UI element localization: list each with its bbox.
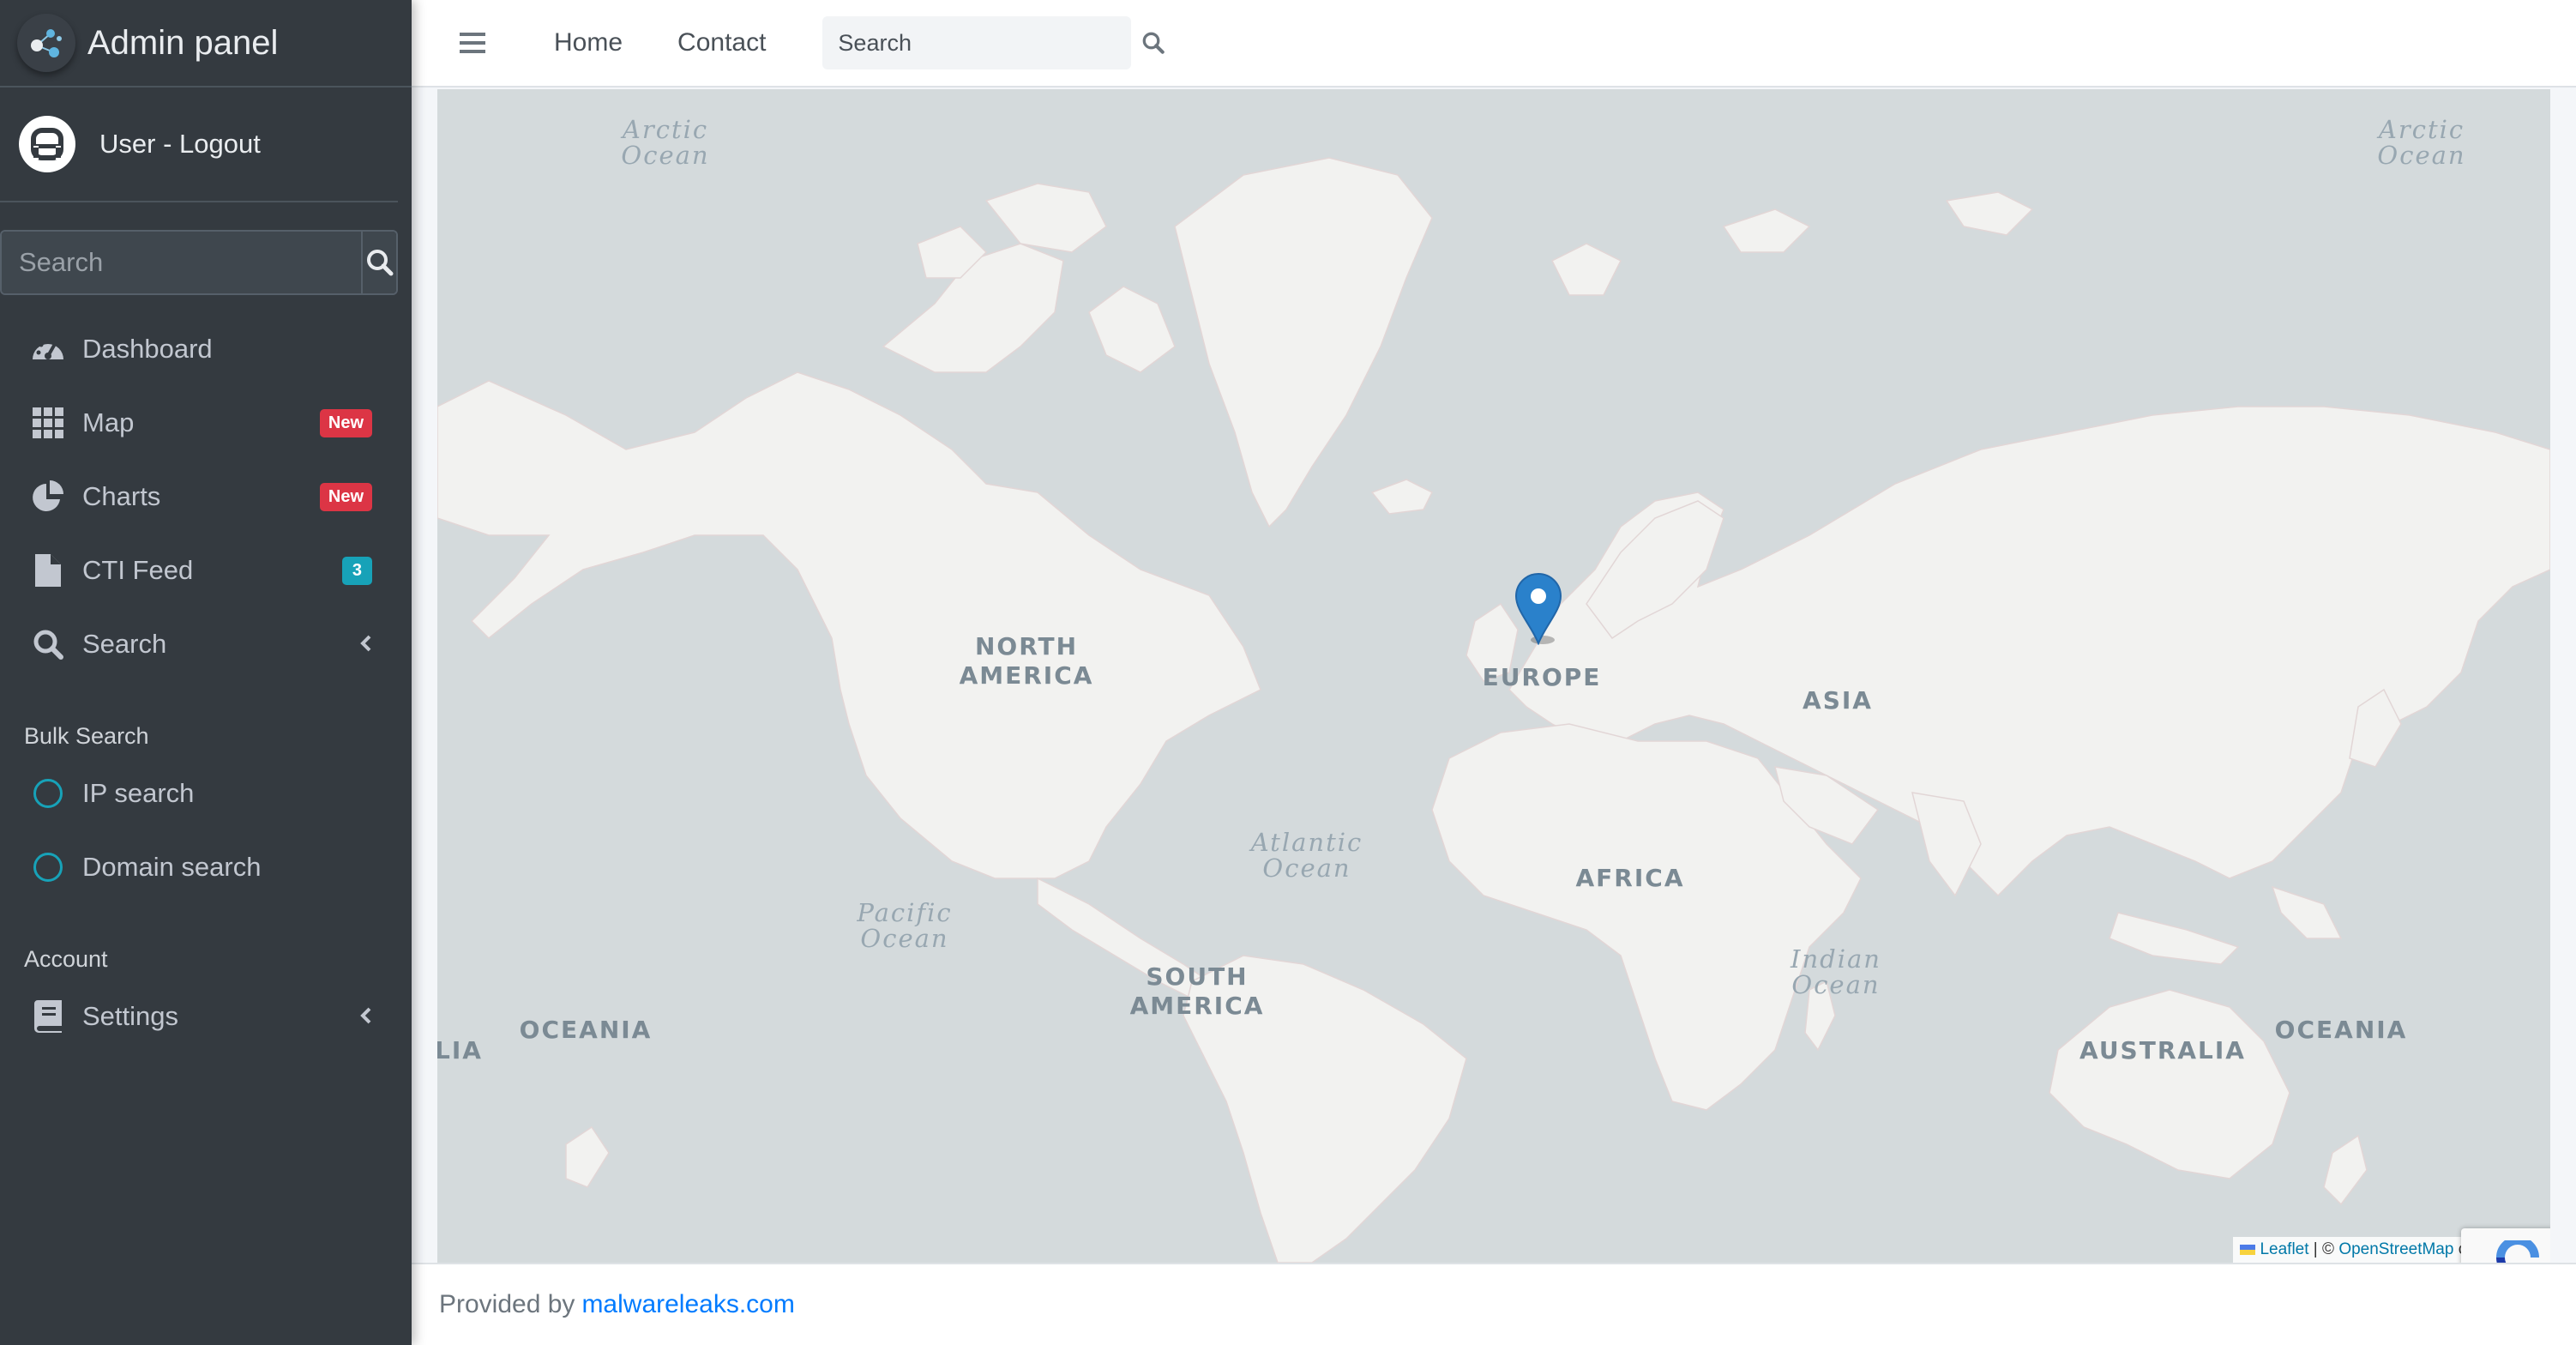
brand[interactable]: Admin panel — [0, 0, 412, 87]
map-label-australia: AUSTRALIA — [2079, 1036, 2246, 1065]
navbar-search-button[interactable] — [1141, 31, 1165, 55]
sidebar: Admin panel User - Logout Das — [0, 0, 412, 1345]
map-label-arctic-ocean-west: Arctic Ocean — [621, 115, 710, 170]
user-logout-link[interactable]: User - Logout — [99, 129, 261, 160]
top-navbar: Home Contact — [412, 0, 2576, 87]
map-label-europe: EUROPE — [1482, 663, 1602, 691]
sidebar-item-label: Map — [82, 407, 135, 437]
sidebar-item-cti-feed[interactable]: CTI Feed 3 — [0, 534, 412, 607]
sidebar-search-button[interactable] — [361, 232, 396, 293]
map-label-partial: LIA — [437, 1036, 483, 1065]
sidebar-item-label: IP search — [82, 778, 195, 808]
sidebar-item-ip-search[interactable]: IP search — [0, 757, 412, 830]
map-label-north-america: NORTH AMERICA — [959, 632, 1094, 690]
navbar-search-input[interactable] — [822, 29, 1142, 57]
sidebar-item-label: Charts — [82, 481, 161, 511]
sidebar-search — [0, 230, 398, 295]
map-label-africa: AFRICA — [1575, 864, 1685, 892]
map-label-pacific-ocean: Pacific Ocean — [857, 898, 953, 953]
leaflet-link[interactable]: Leaflet — [2260, 1240, 2308, 1258]
user-panel: User - Logout — [0, 87, 398, 202]
sidebar-item-label: Settings — [82, 1001, 179, 1031]
sidebar-item-settings[interactable]: Settings — [0, 980, 412, 1053]
recaptcha-icon — [2496, 1240, 2539, 1263]
map-label-south-america: SOUTH AMERICA — [1129, 962, 1265, 1020]
sidebar-item-charts[interactable]: Charts New — [0, 460, 412, 534]
navbar-search — [822, 16, 1165, 69]
brand-logo-icon — [17, 14, 75, 72]
ukraine-flag-icon — [2240, 1244, 2256, 1255]
book-icon — [31, 999, 65, 1034]
map-label-atlantic-ocean: Atlantic Ocean — [1250, 828, 1363, 883]
bulk-search-header: Bulk Search — [24, 723, 149, 749]
account-header: Account — [24, 946, 108, 972]
avatar — [19, 116, 75, 172]
search-icon — [1143, 32, 1165, 54]
new-badge: New — [319, 408, 372, 437]
map-label-oceania-east: OCEANIA — [2274, 1016, 2408, 1044]
sidebar-item-label: Search — [82, 629, 167, 659]
sidebar-item-label: Dashboard — [82, 334, 213, 364]
sidebar-item-label: Domain search — [82, 852, 262, 882]
new-badge: New — [319, 482, 372, 511]
footer-link[interactable]: malwareleaks.com — [581, 1290, 794, 1319]
sidebar-item-label: CTI Feed — [82, 555, 194, 585]
nav-link-contact[interactable]: Contact — [677, 28, 766, 57]
sidebar-item-domain-search[interactable]: Domain search — [0, 830, 412, 904]
sidebar-item-search[interactable]: Search — [0, 607, 412, 681]
footer-prefix: Provided by — [439, 1290, 575, 1318]
attribution-separator: | © — [2308, 1240, 2339, 1258]
search-icon — [366, 250, 393, 276]
map-label-asia: ASIA — [1803, 686, 1873, 715]
chevron-left-icon — [360, 629, 372, 660]
map-gutter — [2550, 89, 2576, 1263]
brand-title: Admin panel — [87, 23, 279, 62]
menu-toggle-button[interactable] — [451, 32, 494, 54]
map-label-arctic-ocean-east: Arctic Ocean — [2377, 115, 2466, 170]
hamburger-icon — [460, 33, 485, 53]
nav-link-home[interactable]: Home — [554, 28, 623, 57]
user-avatar-icon — [31, 128, 63, 160]
grid-icon — [31, 406, 65, 440]
sidebar-item-map[interactable]: Map New — [0, 386, 412, 460]
osm-link[interactable]: OpenStreetMap — [2338, 1240, 2453, 1258]
sidebar-item-dashboard[interactable]: Dashboard — [0, 312, 412, 386]
circle-icon — [33, 853, 63, 882]
world-map[interactable]: NORTH AMERICA EUROPE ASIA AFRICA SOUTH A… — [437, 89, 2550, 1263]
count-badge: 3 — [341, 556, 372, 585]
pie-chart-icon — [31, 479, 65, 514]
file-icon — [31, 553, 65, 588]
recaptcha-badge[interactable] — [2461, 1228, 2550, 1263]
map-marker[interactable] — [1514, 571, 1563, 646]
circle-icon — [33, 779, 63, 808]
map-pin-icon — [1514, 573, 1562, 646]
chevron-left-icon — [360, 1001, 372, 1032]
tachometer-icon — [31, 332, 65, 366]
sidebar-search-input[interactable] — [2, 232, 361, 293]
search-icon — [31, 627, 65, 661]
map-label-indian-ocean: Indian Ocean — [1791, 944, 1881, 999]
map-label-oceania-west: OCEANIA — [519, 1016, 653, 1044]
footer: Provided by malwareleaks.com — [412, 1263, 2576, 1345]
